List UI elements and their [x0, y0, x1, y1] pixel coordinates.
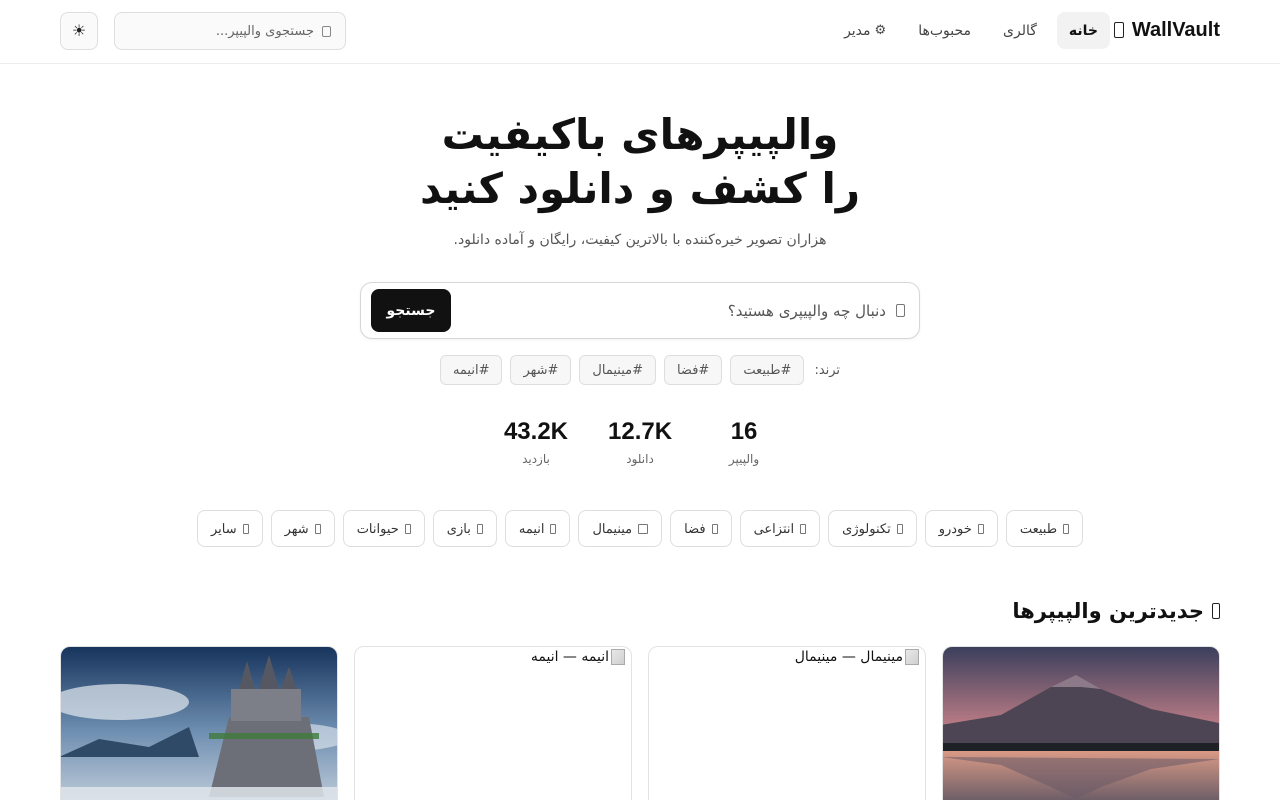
broken-image-icon	[611, 649, 625, 665]
broken-image: انیمه — انیمه	[531, 649, 625, 665]
category-animals[interactable]: حیوانات	[342, 510, 425, 547]
category-label: طبیعت	[1019, 520, 1058, 536]
header-search	[114, 12, 346, 50]
category-other[interactable]: سایر	[196, 510, 263, 547]
trend-tag[interactable]: #فضا	[663, 355, 723, 385]
category-icon	[977, 523, 984, 534]
stat-value: 43.2K	[503, 418, 568, 445]
category-city[interactable]: شهر	[270, 510, 335, 547]
sparkle-icon	[1212, 603, 1220, 619]
wallpaper-grid: مینیمال — مینیمال انیمه — انیمه	[60, 646, 1220, 800]
hero-search-button[interactable]: جستجو	[371, 289, 451, 332]
stat-label: والپیپر	[728, 452, 760, 466]
category-tech[interactable]: تکنولوژی	[828, 510, 917, 547]
square-icon	[638, 523, 649, 534]
stat-value: 12.7K	[608, 418, 673, 445]
hero-search-box: جستجو	[360, 282, 920, 339]
category-cars[interactable]: خودرو	[924, 510, 998, 547]
nav-gallery[interactable]: گالری	[991, 12, 1049, 49]
image-icon	[1113, 22, 1124, 38]
stat-downloads: 12.7K دانلود	[608, 416, 672, 466]
category-abstract[interactable]: انتزاعی	[739, 510, 821, 547]
trend-tag[interactable]: #انیمه	[439, 355, 503, 385]
brand-name: WallVault	[1131, 18, 1220, 41]
latest-title-text: جدیدترین والپیپرها	[1012, 599, 1204, 623]
category-icon	[896, 523, 903, 534]
wallpaper-card[interactable]	[60, 646, 338, 800]
hero-subtitle: هزاران تصویر خیره‌کننده با بالاترین کیفی…	[453, 232, 827, 248]
wallpaper-image-castle	[61, 647, 337, 800]
sun-icon: ☀	[71, 23, 87, 40]
nav-favorites[interactable]: محبوب‌ها	[906, 12, 983, 49]
category-icon	[404, 523, 411, 534]
stat-views: 43.2K بازدید	[504, 416, 568, 466]
hero-title-line2: را کشف و دانلود کنید	[419, 164, 861, 213]
stat-wallpapers: 16 والپیپر	[712, 416, 776, 466]
category-label: مینیمال	[592, 520, 633, 536]
nav-home[interactable]: خانه	[1056, 12, 1110, 49]
hero-title: والپیپرهای باکیفیت را کشف و دانلود کنید	[0, 108, 1280, 216]
category-anime[interactable]: انیمه	[504, 510, 571, 547]
wallpaper-image-mountain	[943, 647, 1219, 800]
hero-title-line1: والپیپرهای باکیفیت	[441, 110, 839, 159]
category-nature[interactable]: طبیعت	[1005, 510, 1084, 547]
main-nav: خانه گالری محبوب‌ها ⚙ مدیر	[832, 12, 1110, 49]
image-alt-text: مینیمال — مینیمال	[794, 649, 903, 665]
category-filters: طبیعت خودرو تکنولوژی انتزاعی فضا مینیمال…	[0, 510, 1280, 547]
category-label: سایر	[210, 520, 237, 536]
trending-tags: ترند: #طبیعت #فضا #مینیمال #شهر #انیمه	[0, 355, 1280, 385]
nav-admin[interactable]: ⚙ مدیر	[832, 12, 898, 49]
category-games[interactable]: بازی	[432, 510, 497, 547]
stat-label: بازدید	[522, 452, 550, 466]
site-header: WallVault خانه گالری محبوب‌ها ⚙ مدیر ☀	[0, 0, 1280, 64]
category-icon	[242, 523, 249, 534]
stat-label: دانلود	[626, 452, 654, 466]
category-label: انیمه	[518, 520, 545, 536]
category-icon	[476, 523, 483, 534]
category-space[interactable]: فضا	[670, 510, 732, 547]
search-icon	[896, 304, 905, 317]
broken-image: مینیمال — مینیمال	[795, 649, 919, 665]
category-label: انتزاعی	[753, 520, 795, 536]
category-icon	[550, 523, 557, 534]
trend-tag[interactable]: #مینیمال	[579, 355, 656, 385]
trends-label: ترند:	[814, 362, 841, 378]
wallpaper-card[interactable]	[942, 646, 1220, 800]
site-stats: 16 والپیپر 12.7K دانلود 43.2K بازدید	[0, 416, 1280, 466]
theme-toggle-button[interactable]: ☀	[60, 12, 98, 50]
category-label: بازی	[446, 520, 471, 536]
brand-logo[interactable]: WallVault	[1113, 14, 1220, 46]
category-label: شهر	[284, 520, 309, 536]
category-label: تکنولوژی	[842, 520, 891, 536]
search-icon	[322, 25, 331, 37]
category-label: حیوانات	[356, 520, 399, 536]
trend-tag[interactable]: #شهر	[510, 355, 572, 385]
image-alt-text: انیمه — انیمه	[530, 649, 609, 665]
nav-admin-label: مدیر	[844, 22, 871, 39]
latest-section-title: جدیدترین والپیپرها	[1012, 596, 1220, 626]
category-minimal[interactable]: مینیمال	[578, 510, 663, 547]
category-label: فضا	[684, 520, 706, 536]
category-label: خودرو	[938, 520, 972, 536]
wallpaper-card[interactable]: مینیمال — مینیمال	[648, 646, 926, 800]
hero-search-input[interactable]	[586, 301, 886, 320]
header-search-input[interactable]	[164, 23, 314, 39]
wallpaper-card[interactable]: انیمه — انیمه	[354, 646, 632, 800]
category-icon	[314, 523, 321, 534]
category-icon	[711, 523, 718, 534]
trend-tag[interactable]: #طبیعت	[730, 355, 805, 385]
category-icon	[800, 523, 807, 534]
stat-value: 16	[730, 418, 758, 445]
broken-image-icon	[905, 649, 919, 665]
category-icon	[1063, 523, 1070, 534]
gear-icon: ⚙	[874, 23, 887, 38]
